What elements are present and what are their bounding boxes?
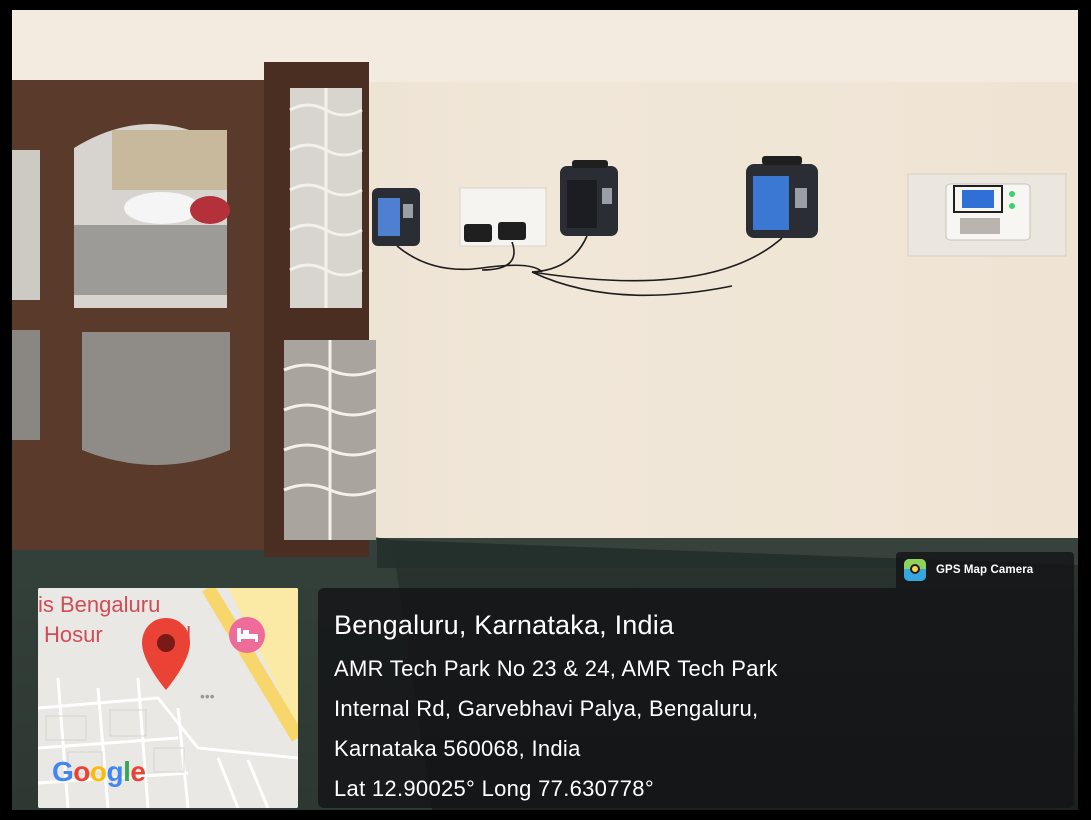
adapter-left xyxy=(464,224,492,242)
google-logo-letter: o xyxy=(89,756,107,787)
parked-car-white xyxy=(124,192,200,224)
location-info-panel: Bengaluru, Karnataka, India AMR Tech Par… xyxy=(318,588,1074,808)
location-pin-icon xyxy=(142,618,190,690)
map-more-dots-icon: ••• xyxy=(200,688,215,704)
photo: GPS Map Camera is Bengaluru Hosur ••• Go… xyxy=(12,10,1078,810)
address-line-1: AMR Tech Park No 23 & 24, AMR Tech Park xyxy=(334,656,778,681)
map-road-label-text: Hosur xyxy=(44,622,103,647)
alarm-panel xyxy=(907,173,1067,257)
left-glass-upper xyxy=(12,150,40,300)
gps-map-camera-app-icon xyxy=(904,559,926,581)
attendance-device-1 xyxy=(372,188,420,246)
address-line-3: Karnataka 560068, India xyxy=(334,736,581,761)
address-line-2: Internal Rd, Garvebhavi Palya, Bengaluru… xyxy=(334,696,759,721)
badge-app-name: GPS Map Camera xyxy=(936,564,1034,576)
parked-car-red xyxy=(190,196,230,224)
door-glass-lower xyxy=(82,332,230,465)
hotel-bed-icon xyxy=(229,617,265,653)
ceiling xyxy=(12,10,1078,82)
google-logo-letter: e xyxy=(130,756,146,787)
google-logo-letter: o xyxy=(73,756,90,787)
outside-road xyxy=(74,225,227,295)
location-title: Bengaluru, Karnataka, India xyxy=(334,610,675,640)
left-glass-lower xyxy=(12,330,40,440)
google-logo: Google xyxy=(52,756,146,788)
attendance-device-3 xyxy=(746,156,818,238)
map-place-label: is Bengaluru xyxy=(38,592,161,617)
google-logo-letter: g xyxy=(106,756,124,787)
map-thumbnail: is Bengaluru Hosur d ••• Google xyxy=(38,588,298,808)
outside-building xyxy=(112,130,227,190)
coordinates: Lat 12.90025° Long 77.630778° xyxy=(334,776,654,801)
adapter-right xyxy=(498,222,526,240)
google-logo-letter: G xyxy=(52,756,74,787)
photo-frame: GPS Map Camera is Bengaluru Hosur ••• Go… xyxy=(0,0,1091,820)
gps-map-camera-badge: GPS Map Camera xyxy=(896,552,1074,588)
attendance-device-2 xyxy=(560,160,618,236)
